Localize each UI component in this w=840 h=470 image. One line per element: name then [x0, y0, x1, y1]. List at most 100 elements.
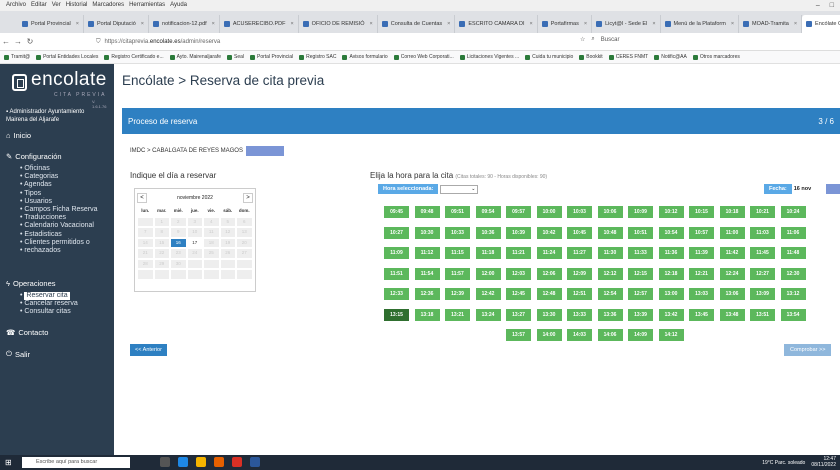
time-slot-button[interactable]: 12:42 [475, 288, 501, 300]
bookmark-item[interactable]: CERES FNMT [608, 54, 648, 60]
time-slot-button[interactable]: 12:30 [780, 267, 806, 280]
close-icon[interactable]: × [141, 21, 144, 27]
browser-tab[interactable]: MOAD-Tramita × [739, 15, 803, 33]
time-slot-button[interactable]: 11:24 [536, 247, 562, 259]
sidebar-item-config[interactable]: Usuarios [20, 198, 98, 206]
bookmark-item[interactable]: Notific@AA [654, 54, 687, 60]
time-slot-button[interactable]: 10:24 [780, 206, 806, 218]
time-slot-button[interactable]: 14:06 [597, 329, 623, 341]
time-slot-button[interactable]: 10:21 [750, 206, 775, 218]
browser-tab[interactable]: Portal Diputació × [84, 15, 150, 33]
time-slot-button[interactable]: 13:24 [475, 308, 501, 321]
browser-tab[interactable]: Portal Provincial × [18, 15, 84, 33]
time-slot-button[interactable]: 09:48 [414, 206, 440, 218]
time-slot-button[interactable]: 12:24 [719, 267, 745, 280]
time-slot-button[interactable]: 11:12 [414, 247, 440, 259]
time-slot-button[interactable]: 09:57 [506, 206, 531, 218]
time-slot-button[interactable]: 12:06 [536, 267, 562, 280]
menu-item[interactable]: Archivo [6, 0, 26, 11]
bookmark-item[interactable]: Avisos formulario [342, 54, 388, 60]
bookmark-item[interactable]: Licitaciones Vigentes ... [459, 54, 519, 60]
time-slot-button[interactable]: 11:39 [689, 247, 714, 259]
time-slot-button[interactable]: 13:15 [384, 308, 409, 321]
taskbar-search[interactable]: Escribe aquí para buscar [22, 457, 130, 468]
bookmark-item[interactable]: Otros marcadores [692, 54, 740, 60]
nav-operaciones[interactable]: ϟ Operaciones [6, 279, 56, 288]
time-slot-button[interactable]: 10:15 [689, 206, 714, 218]
time-slot-button[interactable]: 10:00 [536, 206, 562, 218]
time-slot-button[interactable]: 10:54 [658, 226, 684, 239]
browser-tab[interactable]: Portafirmas × [538, 15, 593, 33]
time-slot-button[interactable]: 13:30 [536, 308, 562, 321]
time-slot-button[interactable]: 12:21 [689, 267, 714, 280]
hour-select[interactable]: ⌄ [440, 184, 479, 194]
close-icon[interactable]: × [794, 21, 797, 27]
time-slot-button[interactable]: 13:27 [506, 308, 531, 321]
time-slot-button[interactable]: 12:36 [414, 288, 440, 300]
calendar-prev-button[interactable]: < [137, 192, 147, 203]
time-slot-button[interactable]: 12:33 [384, 288, 409, 300]
calendar-day[interactable]: 16 [171, 238, 186, 247]
windows-start-icon[interactable]: ⊞ [5, 458, 12, 467]
bookmark-item[interactable]: Cuida tu municipio [525, 54, 573, 60]
browser-tab[interactable]: ESCRITO CAMARA DI × [455, 15, 538, 33]
browser-tab[interactable]: Consulta de Cuentas × [378, 15, 456, 33]
time-slot-button[interactable]: 11:03 [750, 226, 775, 239]
time-slot-button[interactable]: 10:27 [384, 226, 409, 239]
nav-salir[interactable]: ⏻ Salir [6, 349, 30, 359]
time-slot-button[interactable]: 11:27 [567, 247, 592, 259]
bookmark-item[interactable]: Seal [227, 54, 244, 60]
time-slot-button[interactable]: 13:45 [689, 308, 714, 321]
time-slot-button[interactable]: 12:18 [658, 267, 684, 280]
close-icon[interactable]: × [447, 21, 450, 27]
time-slot-button[interactable]: 10:36 [475, 226, 501, 239]
nav-configuracion[interactable]: ✎ Configuración [6, 152, 62, 161]
edge-icon[interactable] [178, 457, 188, 467]
sidebar-item-oper[interactable]: Cancelar reserva [20, 300, 77, 308]
time-slot-button[interactable]: 13:36 [597, 308, 623, 321]
bookmark-item[interactable]: Portal Entidades Locales [36, 54, 98, 60]
time-slot-button[interactable]: 13:21 [445, 308, 470, 321]
minimize-icon[interactable]: – [816, 2, 820, 9]
sidebar-item-config[interactable]: Clientes permitidos o [20, 239, 98, 247]
time-slot-button[interactable]: 11:51 [384, 267, 409, 280]
time-slot-button[interactable]: 13:54 [780, 308, 806, 321]
close-icon[interactable]: × [370, 21, 373, 27]
sidebar-item-config[interactable]: Campos Ficha Reserva [20, 206, 97, 214]
time-slot-button[interactable]: 10:57 [689, 226, 714, 239]
time-slot-button[interactable]: 11:30 [597, 247, 623, 259]
close-icon[interactable]: × [731, 21, 734, 27]
browser-search-input[interactable]: Buscar [601, 37, 620, 43]
maximize-icon[interactable]: □ [830, 2, 834, 9]
time-slot-button[interactable]: 09:45 [384, 206, 409, 218]
folder-icon[interactable] [196, 457, 206, 467]
sidebar-item-oper[interactable]: Consultar citas [20, 308, 78, 316]
previous-button[interactable]: << Anterior [130, 344, 167, 356]
time-slot-button[interactable]: 12:48 [536, 288, 562, 300]
forward-arrow-icon[interactable]: → [12, 37, 24, 46]
sidebar-item-config[interactable]: Tipos [20, 190, 98, 198]
browser-tab[interactable]: Licyt@l - Sede El × [592, 15, 661, 33]
browser-tab[interactable]: notificacion-12.pdf × [149, 15, 220, 33]
time-slot-button[interactable]: 12:27 [750, 267, 775, 280]
time-slot-button[interactable]: 11:42 [719, 247, 745, 259]
sidebar-item-config[interactable]: Categorias [20, 173, 98, 181]
taskview-icon[interactable] [160, 457, 170, 467]
time-slot-button[interactable]: 12:00 [475, 267, 501, 280]
sidebar-item-config[interactable]: Oficinas [20, 165, 98, 173]
back-arrow-icon[interactable]: ← [0, 37, 12, 46]
time-slot-button[interactable]: 12:15 [628, 267, 653, 280]
reload-icon[interactable]: ↻ [24, 37, 36, 46]
time-slot-button[interactable]: 10:45 [567, 226, 592, 239]
check-button[interactable]: Comprobar >> [784, 344, 832, 356]
time-slot-button[interactable]: 09:51 [445, 206, 470, 218]
menu-item[interactable]: Marcadores [92, 0, 124, 11]
time-slot-button[interactable]: 10:33 [445, 226, 470, 239]
time-slot-button[interactable]: 09:54 [475, 206, 501, 218]
time-slot-button[interactable]: 11:06 [780, 226, 806, 239]
time-slot-button[interactable]: 10:12 [658, 206, 684, 218]
time-slot-button[interactable]: 13:39 [628, 308, 653, 321]
menu-item[interactable]: Editar [31, 0, 47, 11]
time-slot-button[interactable]: 10:51 [628, 226, 653, 239]
chrome-icon[interactable] [232, 457, 242, 467]
